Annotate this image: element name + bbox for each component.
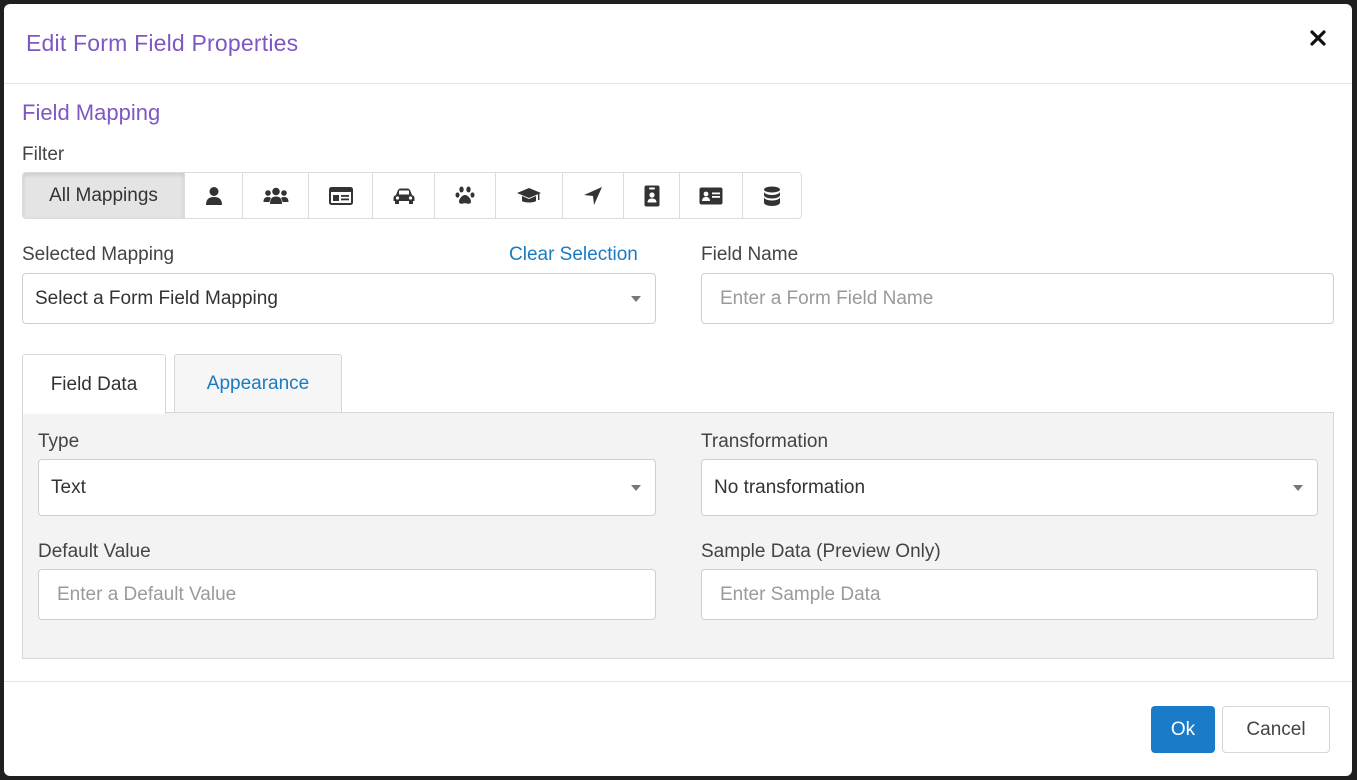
group-icon — [263, 187, 288, 204]
selected-mapping-value: Select a Form Field Mapping — [35, 287, 278, 309]
tab-appearance-label: Appearance — [206, 372, 310, 394]
location-arrow-icon — [584, 186, 602, 205]
filter-address-card-button[interactable] — [680, 173, 743, 218]
selected-mapping-label: Selected Mapping — [22, 244, 175, 265]
dialog-footer: Ok Cancel — [4, 681, 1352, 776]
address-card-icon — [699, 187, 723, 204]
clear-selection-link[interactable]: Clear Selection — [509, 244, 638, 266]
filter-location-button[interactable] — [563, 173, 624, 218]
transformation-label: Transformation — [701, 431, 829, 452]
sample-data-input[interactable] — [702, 570, 1317, 619]
filter-education-button[interactable] — [496, 173, 563, 218]
filter-database-button[interactable] — [743, 173, 801, 218]
badge-icon — [644, 185, 659, 206]
type-select[interactable]: Text — [38, 459, 656, 516]
filter-person-button[interactable] — [185, 173, 243, 218]
close-button[interactable] — [1306, 26, 1330, 50]
cancel-button[interactable]: Cancel — [1222, 706, 1330, 753]
person-icon — [205, 186, 222, 205]
tab-field-data[interactable]: Field Data — [22, 354, 166, 414]
tab-field-data-label: Field Data — [50, 373, 138, 395]
chevron-down-icon — [1293, 484, 1303, 491]
close-icon — [1310, 30, 1326, 46]
filter-all-mappings-button[interactable]: All Mappings — [23, 173, 185, 218]
chevron-down-icon — [631, 484, 641, 491]
selected-mapping-select[interactable]: Select a Form Field Mapping — [22, 273, 656, 324]
paw-icon — [455, 186, 475, 204]
filter-pet-button[interactable] — [435, 173, 496, 218]
type-value: Text — [51, 476, 86, 498]
default-value-input[interactable] — [39, 570, 655, 619]
database-icon — [764, 186, 780, 206]
edit-form-field-dialog: Edit Form Field Properties Field Mapping… — [4, 4, 1352, 776]
filter-group-button[interactable] — [243, 173, 309, 218]
tab-appearance[interactable]: Appearance — [174, 354, 342, 413]
filter-label: Filter — [22, 144, 65, 165]
field-data-panel: Type Text Transformation No transformati… — [22, 412, 1334, 659]
sample-data-field — [701, 569, 1318, 620]
car-icon — [393, 188, 414, 204]
field-name-label: Field Name — [701, 244, 799, 265]
field-name-input[interactable] — [702, 274, 1333, 323]
filter-badge-button[interactable] — [624, 173, 680, 218]
default-value-field — [38, 569, 656, 620]
default-value-label: Default Value — [38, 541, 151, 562]
transformation-value: No transformation — [714, 476, 866, 498]
dialog-header: Edit Form Field Properties — [4, 4, 1352, 84]
sample-data-label: Sample Data (Preview Only) — [701, 541, 941, 562]
dialog-title: Edit Form Field Properties — [26, 30, 299, 56]
id-card-icon — [328, 186, 353, 205]
ok-button[interactable]: Ok — [1151, 706, 1215, 753]
filter-button-group: All Mappings — [22, 172, 802, 219]
field-mapping-heading: Field Mapping — [22, 100, 161, 125]
transformation-select[interactable]: No transformation — [701, 459, 1318, 516]
filter-id-card-button[interactable] — [309, 173, 373, 218]
field-name-field — [701, 273, 1334, 324]
filter-vehicle-button[interactable] — [373, 173, 435, 218]
type-label: Type — [38, 431, 80, 452]
chevron-down-icon — [631, 295, 641, 302]
filter-all-mappings-label: All Mappings — [49, 184, 158, 206]
graduation-cap-icon — [517, 187, 541, 202]
